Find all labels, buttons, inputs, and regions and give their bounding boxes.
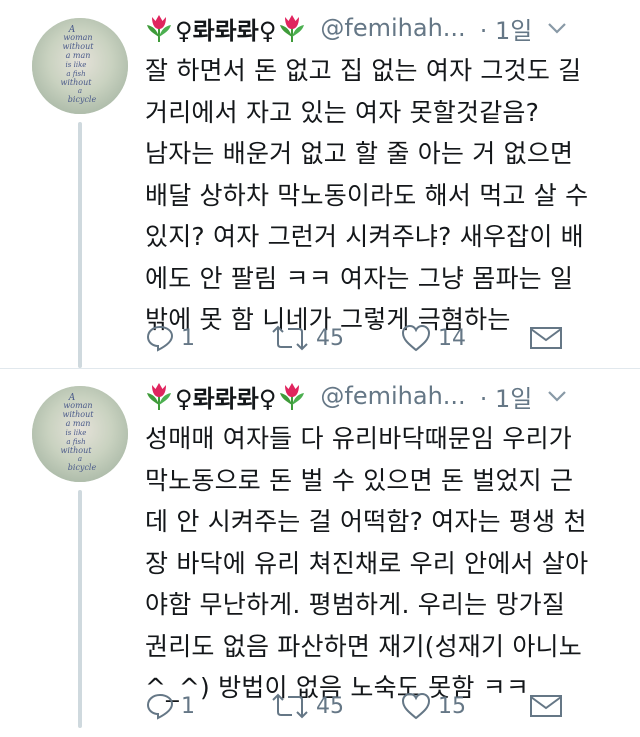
avatar-text: without [63, 42, 95, 51]
avatar-text: woman [63, 401, 92, 410]
tweet[interactable]: A woman without a man is like a fish wit… [0, 0, 640, 368]
avatar-text: a [78, 87, 82, 95]
display-name[interactable]: ♀롸롸롸♀ [175, 11, 276, 46]
avatar-text: a [78, 455, 82, 463]
avatar-image: A woman without a man is like a fish wit… [32, 386, 128, 482]
like-count: 14 [438, 325, 466, 351]
timestamp[interactable]: · 1일 [480, 11, 533, 46]
direct-message-button[interactable] [529, 318, 563, 358]
reply-icon [146, 325, 174, 352]
avatar-text: woman [63, 33, 92, 42]
reply-button[interactable]: 1 [145, 318, 195, 358]
heart-icon [401, 692, 431, 720]
tweet-actions: 1 45 15 [145, 686, 625, 726]
avatar-text: is like [66, 429, 87, 437]
tweet-text-line: 막노동으로 돈 벌 수 있으면 돈 벌었지 근 [145, 465, 574, 495]
avatar-text: bicycle [68, 463, 97, 472]
tweet-text-line: 야함 무난하게. 평범하게. 우리는 망가질 [145, 590, 566, 619]
avatar-text: bicycle [68, 95, 97, 104]
tweet-text-line: 배달 상하차 막노동이라도 해서 먹고 살 수 [145, 180, 589, 210]
retweet-icon [272, 325, 308, 351]
reply-button[interactable]: 1 [145, 686, 195, 726]
tweet-text-line: 에도 안 팔림 ㅋㅋ 여자는 그냥 몸파는 일 [145, 263, 574, 293]
tweet-text-line: 거리에서 자고 있는 여자 못할것같음? [145, 97, 540, 127]
like-button[interactable]: 15 [400, 686, 466, 726]
tweet-header: ♀롸롸롸♀ @femihah... · 1일 [145, 378, 625, 414]
avatar-text: a fish [66, 438, 85, 446]
tweet-text-line: 남자는 배운거 없고 할 줄 아는 거 없으면 [145, 139, 574, 168]
tweet[interactable]: A woman without a man is like a fish wit… [0, 368, 640, 736]
direct-message-button[interactable] [529, 686, 563, 726]
tweet-text-line: 있지? 여자 그런거 시켜주냐? 새우잡이 배 [145, 222, 584, 251]
tweet-text-line: 장 바닥에 유리 쳐진채로 우리 안에서 살아 [145, 548, 589, 578]
thread-line [78, 122, 82, 368]
tulip-icon [145, 13, 173, 43]
avatar-text: a man [66, 419, 91, 428]
reply-count: 1 [181, 693, 195, 719]
timestamp[interactable]: · 1일 [480, 379, 533, 414]
tweet-text-line: 성매매 여자들 다 유리바닥때문임 우리가 [145, 424, 572, 453]
retweet-count: 45 [316, 325, 344, 351]
envelope-icon [530, 695, 562, 717]
retweet-icon [272, 693, 308, 719]
user-handle[interactable]: @femihah... [320, 14, 465, 42]
tweet-header: ♀롸롸롸♀ @femihah... · 1일 [145, 10, 625, 46]
tweet-text: 잘 하면서 돈 없고 집 없는 여자 그것도 길 거리에서 자고 있는 여자 못… [145, 50, 625, 341]
heart-icon [401, 324, 431, 352]
tulip-icon [278, 13, 306, 43]
retweet-button[interactable]: 45 [270, 318, 344, 358]
tweet-text-line: 데 안 시켜주는 걸 어떡함? 여자는 평생 천 [145, 507, 587, 536]
tulip-icon [145, 381, 173, 411]
retweet-count: 45 [316, 693, 344, 719]
avatar-image: A woman without a man is like a fish wit… [32, 18, 128, 114]
thread-line [78, 490, 82, 728]
avatar-text: a fish [66, 70, 85, 78]
tweet-actions: 1 45 14 [145, 318, 625, 358]
chevron-down-icon[interactable] [546, 385, 568, 407]
tweet-text-line: 권리도 없음 파산하면 재기(성재기 아니노 [145, 631, 582, 661]
tulip-icon [278, 381, 306, 411]
avatar-text: without [63, 410, 95, 419]
tweet-text: 성매매 여자들 다 유리바닥때문임 우리가 막노동으로 돈 벌 수 있으면 돈 … [145, 418, 625, 709]
reply-count: 1 [181, 325, 195, 351]
envelope-icon [530, 327, 562, 349]
avatar-text: a man [66, 51, 91, 60]
avatar-text: without [61, 446, 93, 455]
display-name[interactable]: ♀롸롸롸♀ [175, 379, 276, 414]
like-count: 15 [438, 693, 466, 719]
avatar[interactable]: A woman without a man is like a fish wit… [32, 18, 128, 114]
retweet-button[interactable]: 45 [270, 686, 344, 726]
avatar[interactable]: A woman without a man is like a fish wit… [32, 386, 128, 482]
user-handle[interactable]: @femihah... [320, 382, 465, 410]
tweet-text-line: 잘 하면서 돈 없고 집 없는 여자 그것도 길 [145, 56, 582, 85]
avatar-text: is like [66, 61, 87, 69]
like-button[interactable]: 14 [400, 318, 466, 358]
reply-icon [146, 693, 174, 720]
chevron-down-icon[interactable] [546, 17, 568, 39]
avatar-text: without [61, 78, 93, 87]
